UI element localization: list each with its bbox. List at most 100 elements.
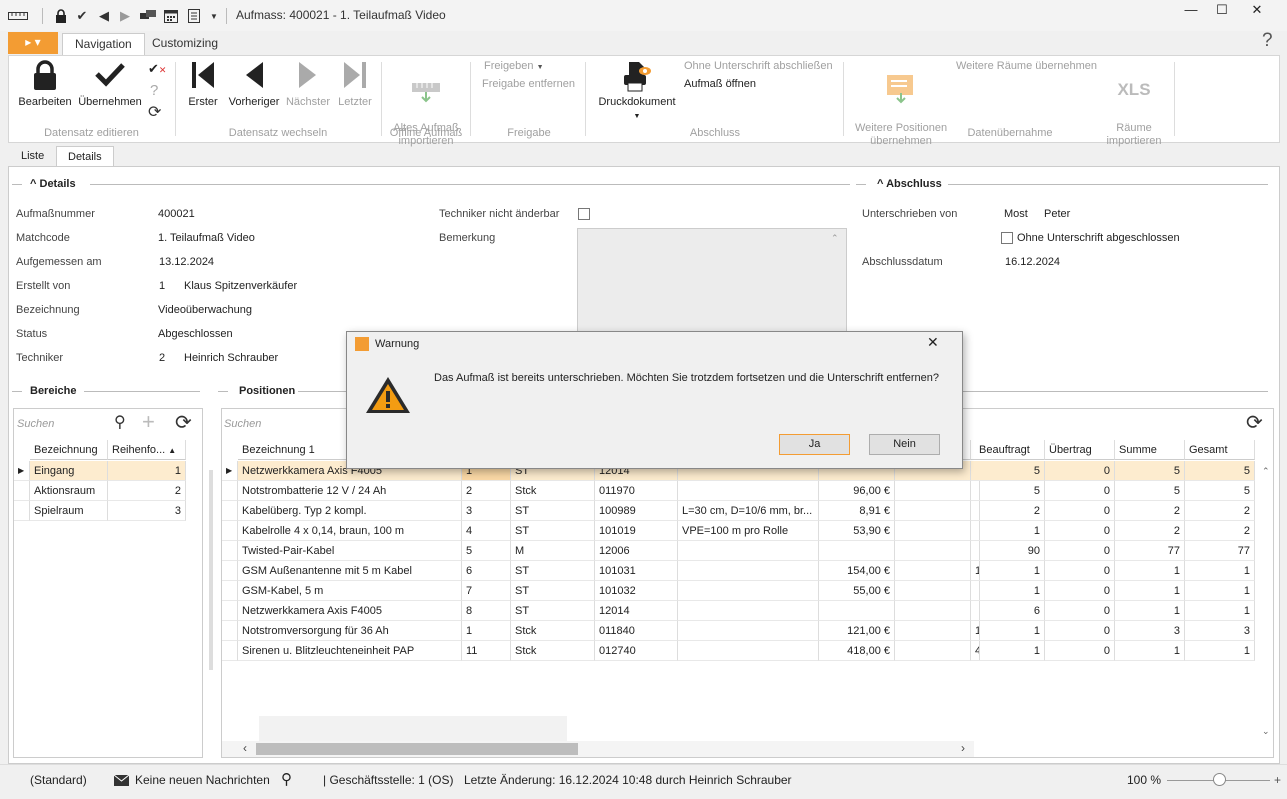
position-cell[interactable] [895,641,971,661]
position-cell[interactable]: 5 [1185,481,1255,501]
position-cell[interactable]: 1 [1115,581,1185,601]
position-cell[interactable]: 8 [462,601,511,621]
arrow-right-icon[interactable]: ▶ [117,8,133,24]
position-cell[interactable]: 0 [1045,541,1115,561]
check-icon[interactable]: ✔ [74,8,90,24]
naechster-button[interactable]: Nächster [284,60,332,109]
zoom-slider-thumb[interactable] [1212,773,1226,786]
position-cell[interactable]: 7 [462,581,511,601]
refresh-icon[interactable]: ⟳ [148,102,161,122]
position-cell[interactable]: Stck [511,641,595,661]
calendar-icon[interactable] [163,8,179,24]
bereich-bezeichnung[interactable]: Spielraum [30,501,108,521]
position-cell[interactable]: 55,00 € [819,581,895,601]
aufmass-oeffnen-button[interactable]: Aufmaß öffnen [684,78,756,90]
techniker-fix-checkbox[interactable] [578,208,590,220]
position-cell[interactable]: 5 [1115,481,1185,501]
druckdokument-button[interactable]: Druckdokument ▼ [594,60,680,123]
position-cell[interactable] [678,561,819,581]
position-cell[interactable]: GSM Außenantenne mit 5 m Kabel [238,561,462,581]
check-cancel-icon[interactable]: ✔✕ [148,61,166,77]
position-cell[interactable] [678,621,819,641]
position-cell[interactable]: 0 [1045,561,1115,581]
position-cell[interactable]: 0 [1045,601,1115,621]
tab-customizing[interactable]: Customizing [140,33,230,55]
position-cell[interactable]: 4 [462,521,511,541]
scroll-up-icon[interactable]: ⌃ [1262,466,1270,477]
position-cell[interactable] [895,541,971,561]
position-cell[interactable]: 5 [1185,461,1255,481]
position-cell[interactable]: Sirenen u. Blitzleuchteneinheit PAP [238,641,462,661]
position-cell[interactable] [895,501,971,521]
ohne-unterschrift-checkbox[interactable] [1001,232,1013,244]
erstellt-nr[interactable]: 1 [159,280,165,292]
techniker-nr[interactable]: 2 [159,352,165,364]
position-cell[interactable]: GSM-Kabel, 5 m [238,581,462,601]
position-cell[interactable]: VPE=100 m pro Rolle [678,521,819,541]
position-cell[interactable]: 1 [1185,581,1255,601]
position-cell[interactable] [678,641,819,661]
erster-button[interactable]: Erster [183,60,223,109]
position-cell[interactable]: 0 [1045,501,1115,521]
close-window-button[interactable]: ✕ [1242,2,1272,18]
position-cell[interactable]: Stck [511,621,595,641]
position-cell[interactable]: L=30 cm, D=10/6 mm, br... [678,501,819,521]
position-cell[interactable]: Notstrombatterie 12 V / 24 Ah [238,481,462,501]
tab-liste[interactable]: Liste [10,146,55,167]
position-cell[interactable] [678,581,819,601]
position-cell[interactable] [895,601,971,621]
position-cell[interactable]: 12006 [595,541,678,561]
positionen-search-input[interactable]: Suchen [224,418,261,430]
position-cell[interactable]: 0 [1045,641,1115,661]
bereich-reihenfolge[interactable]: 3 [108,501,186,521]
position-cell[interactable]: 011840 [595,621,678,641]
position-cell[interactable]: 154,00 € [819,561,895,581]
scroll-right-icon[interactable]: › [961,741,965,755]
document-list-icon[interactable] [186,8,202,24]
ruler-icon[interactable] [8,8,28,24]
position-cell[interactable]: Twisted-Pair-Kabel [238,541,462,561]
search-icon[interactable]: ⚲ [281,770,292,788]
position-cell[interactable]: 5 [1115,461,1185,481]
bemerkung-textarea[interactable] [577,228,847,334]
positionen-col-header[interactable]: Summe [1115,440,1185,460]
app-menu-button[interactable]: ▸ ▾ [8,32,58,54]
zoom-in-icon[interactable]: + [1274,773,1281,787]
position-cell[interactable] [895,621,971,641]
position-cell[interactable]: 101031 [595,561,678,581]
positionen-col-header[interactable]: Übertrag [1045,440,1115,460]
position-cell[interactable]: 53,90 € [819,521,895,541]
position-cell[interactable]: Netzwerkkamera Axis F4005 [238,601,462,621]
position-cell[interactable]: 1 [975,521,1045,541]
position-cell[interactable] [895,561,971,581]
position-cell[interactable]: Kabelrolle 4 x 0,14, braun, 100 m [238,521,462,541]
position-cell[interactable]: 5 [462,541,511,561]
position-cell[interactable]: ST [511,521,595,541]
position-cell[interactable]: 0 [1045,461,1115,481]
status-value[interactable]: Abgeschlossen [158,328,233,340]
dialog-close-button[interactable]: ✕ [927,334,939,351]
unterschrieben-vorname[interactable]: Most [1004,208,1028,220]
bereiche-col-bezeichnung[interactable]: Bezeichnung [30,440,108,460]
position-cell[interactable]: 5 [975,481,1045,501]
position-cell[interactable]: 1 [975,581,1045,601]
position-cell[interactable]: 100989 [595,501,678,521]
bereich-bezeichnung[interactable]: Aktionsraum [30,481,108,501]
position-cell[interactable] [895,581,971,601]
position-cell[interactable]: 2 [462,481,511,501]
position-cell[interactable]: 012740 [595,641,678,661]
minimize-button[interactable]: — [1176,2,1206,18]
bereiche-col-reihenfolge[interactable]: Reihenfo... ▲ [108,440,186,460]
tab-navigation[interactable]: Navigation [62,33,145,55]
positionen-col-header[interactable]: Beauftragt [975,440,1045,460]
position-cell[interactable]: 1 [975,561,1045,581]
freigeben-dropdown[interactable]: Freigeben ▼ [484,60,544,72]
unterschrieben-nachname[interactable]: Peter [1044,208,1070,220]
ja-button[interactable]: Ja [779,434,850,455]
position-cell[interactable]: 1 [462,621,511,641]
scrollbar-thumb[interactable] [256,743,578,755]
abschlussdatum-value[interactable]: 16.12.2024 [1005,256,1060,268]
position-cell[interactable] [895,481,971,501]
position-cell[interactable]: 0 [1045,621,1115,641]
tab-details[interactable]: Details [56,146,114,167]
